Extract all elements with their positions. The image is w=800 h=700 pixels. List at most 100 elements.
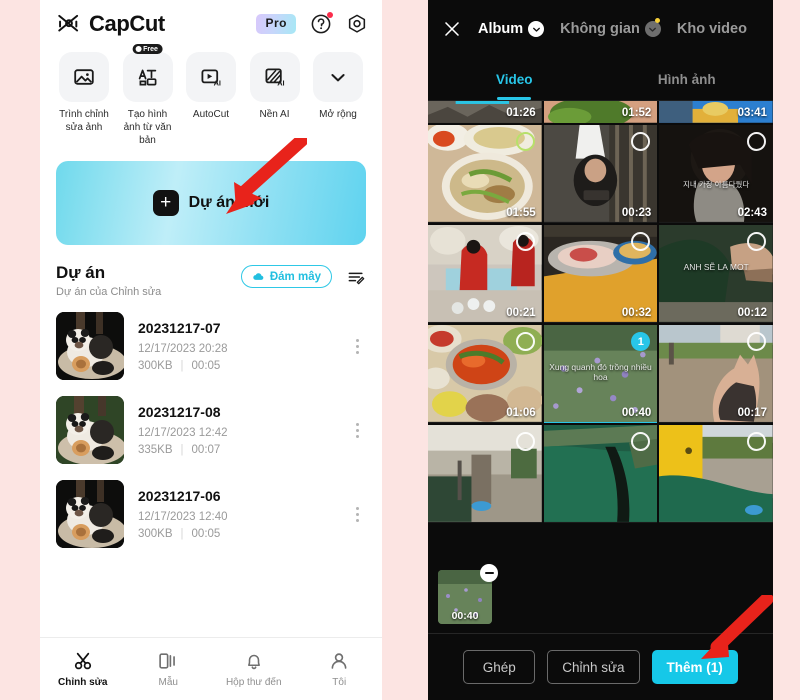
media-duration: 00:32 xyxy=(621,307,652,319)
pro-badge[interactable]: Pro xyxy=(256,14,296,34)
sort-edit-icon[interactable] xyxy=(346,267,366,287)
cloud-icon xyxy=(253,273,264,280)
project-duration: 00:07 xyxy=(191,444,221,456)
more-vertical-icon[interactable] xyxy=(348,422,366,438)
project-size: 300KB xyxy=(138,360,173,372)
help-circle-icon[interactable] xyxy=(310,12,333,35)
media-checkbox[interactable] xyxy=(746,432,766,451)
more-vertical-icon[interactable] xyxy=(348,506,366,522)
media-duration: 02:43 xyxy=(737,207,767,219)
header-actions: Pro xyxy=(256,12,368,35)
media-cell[interactable]: ANH SẼ LA MOT 00:12 xyxy=(659,225,773,323)
media-checkbox[interactable] xyxy=(515,232,535,251)
media-cell[interactable]: 01:52 xyxy=(543,101,658,123)
media-caption: 지내 가장 아름다웠다 xyxy=(683,179,750,189)
source-tab-stock[interactable]: Kho video xyxy=(677,21,747,37)
gear-icon[interactable] xyxy=(346,13,368,35)
media-cell[interactable]: 03:41 xyxy=(659,101,773,123)
media-duration: 00:12 xyxy=(737,307,767,319)
project-meta: 300KB | 00:05 xyxy=(138,528,348,540)
tab-video[interactable]: Video xyxy=(428,58,601,100)
source-tab-album[interactable]: Album xyxy=(478,21,545,37)
feature-autocut[interactable]: AI AutoCut xyxy=(183,52,239,147)
list-item[interactable]: 20231217-06 12/17/2023 12:40 300KB | 00:… xyxy=(40,472,382,556)
media-cell[interactable]: 00:32 xyxy=(543,225,658,323)
feature-expand[interactable]: Mở rộng xyxy=(310,52,366,147)
project-name: 20231217-06 xyxy=(138,488,221,504)
list-item[interactable]: 20231217-08 12/17/2023 12:42 335KB | 00:… xyxy=(40,388,382,472)
media-cell[interactable]: 00:23 xyxy=(543,125,658,223)
projects-header: Dự án Dự án của Chỉnh sửa Đám mây xyxy=(56,263,366,298)
cloud-button[interactable]: Đám mây xyxy=(240,265,332,288)
feature-text-to-image[interactable]: Free Tạo hình ảnh từ văn bản xyxy=(120,44,176,147)
source-tab-label: Không gian xyxy=(560,21,640,37)
media-picker-screen: Album Không gian Kho video Video Hình ản… xyxy=(428,0,773,700)
media-cell[interactable]: 01:06 xyxy=(428,325,542,423)
brand: CapCut xyxy=(56,11,165,37)
project-size: 335KB xyxy=(138,444,173,456)
nav-item-edit[interactable]: Chỉnh sửa xyxy=(40,650,126,688)
close-icon[interactable] xyxy=(442,19,462,39)
capcut-home-screen: CapCut Pro Trình chỉnh sửa ảnh Free Tạo … xyxy=(40,0,382,700)
svg-text:AI: AI xyxy=(277,79,284,88)
feature-shortcut-row: Trình chỉnh sửa ảnh Free Tạo hình ảnh từ… xyxy=(40,44,382,147)
feature-image-editor[interactable]: Trình chỉnh sửa ảnh xyxy=(56,52,112,147)
media-duration: 01:55 xyxy=(506,207,536,219)
nav-item-me[interactable]: Tôi xyxy=(297,650,383,688)
project-date: 12/17/2023 12:40 xyxy=(138,511,228,523)
new-project-banner[interactable]: + Dự án mới xyxy=(56,161,366,245)
media-cell[interactable]: 00:17 xyxy=(659,325,773,423)
new-project-label: Dự án mới xyxy=(188,194,270,211)
media-cell[interactable] xyxy=(428,425,542,523)
meta-separator: | xyxy=(180,444,184,456)
feature-label: Mở rộng xyxy=(319,109,357,120)
media-cell[interactable] xyxy=(543,425,658,523)
media-checkbox[interactable] xyxy=(515,332,535,351)
media-duration: 01:52 xyxy=(621,107,652,119)
nav-item-templates[interactable]: Mẫu xyxy=(126,650,212,688)
media-cell[interactable]: 01:26 xyxy=(428,101,542,123)
text-to-image-icon: Free xyxy=(122,44,173,102)
media-cell[interactable]: 지내 가장 아름다웠다 02:43 xyxy=(659,125,773,223)
bottom-navigation: Chỉnh sửa Mẫu Hộp thư đến Tôi xyxy=(40,637,382,700)
merge-button[interactable]: Ghép xyxy=(463,650,536,684)
projects-header-actions: Đám mây xyxy=(240,263,366,288)
media-duration: 01:26 xyxy=(506,107,536,119)
media-checkbox[interactable] xyxy=(515,132,535,151)
media-cell[interactable] xyxy=(659,425,773,523)
meta-separator: | xyxy=(180,360,184,372)
brand-name: CapCut xyxy=(89,11,165,36)
person-icon xyxy=(331,653,347,669)
media-duration: 00:40 xyxy=(621,407,652,419)
project-date: 12/17/2023 20:28 xyxy=(138,343,228,355)
project-thumbnail xyxy=(56,312,124,380)
project-name: 20231217-08 xyxy=(138,404,221,420)
nav-item-inbox[interactable]: Hộp thư đến xyxy=(211,650,297,688)
media-checkbox[interactable] xyxy=(746,332,766,351)
media-duration: 03:41 xyxy=(737,107,767,119)
free-badge-label: Free xyxy=(143,45,158,53)
page-title: Dự án xyxy=(56,263,106,282)
projects-subtitle: Dự án của Chỉnh sửa xyxy=(56,286,162,298)
source-tab-space[interactable]: Không gian xyxy=(560,18,661,37)
tab-label: Hình ảnh xyxy=(657,71,716,87)
svg-text:AI: AI xyxy=(214,78,221,87)
media-cell[interactable]: 01:55 xyxy=(428,125,542,223)
media-picker-topbar: Album Không gian Kho video xyxy=(428,0,773,58)
source-tab-label: Kho video xyxy=(676,21,747,37)
media-cell-selected[interactable]: 1 Xung quanh đó trồng nhiều hoa 00:40 xyxy=(543,325,658,423)
screenshot-root: CapCut Pro Trình chỉnh sửa ảnh Free Tạo … xyxy=(0,0,800,700)
media-checkbox[interactable] xyxy=(515,432,535,451)
tab-images[interactable]: Hình ảnh xyxy=(601,58,774,100)
media-checkbox[interactable] xyxy=(746,132,766,151)
add-button[interactable]: Thêm (1) xyxy=(651,650,738,684)
feature-ai-background[interactable]: AI Nền AI xyxy=(247,52,303,147)
source-tab-label: Album xyxy=(478,21,524,37)
media-cell[interactable]: 00:21 xyxy=(428,225,542,323)
edit-button[interactable]: Chỉnh sửa xyxy=(547,650,640,684)
more-vertical-icon[interactable] xyxy=(348,338,366,354)
project-duration: 00:05 xyxy=(191,360,221,372)
list-item[interactable]: 20231217-07 12/17/2023 20:28 300KB | 00:… xyxy=(40,304,382,388)
media-checkbox[interactable] xyxy=(746,232,766,251)
minus-circle-icon[interactable] xyxy=(480,564,498,582)
